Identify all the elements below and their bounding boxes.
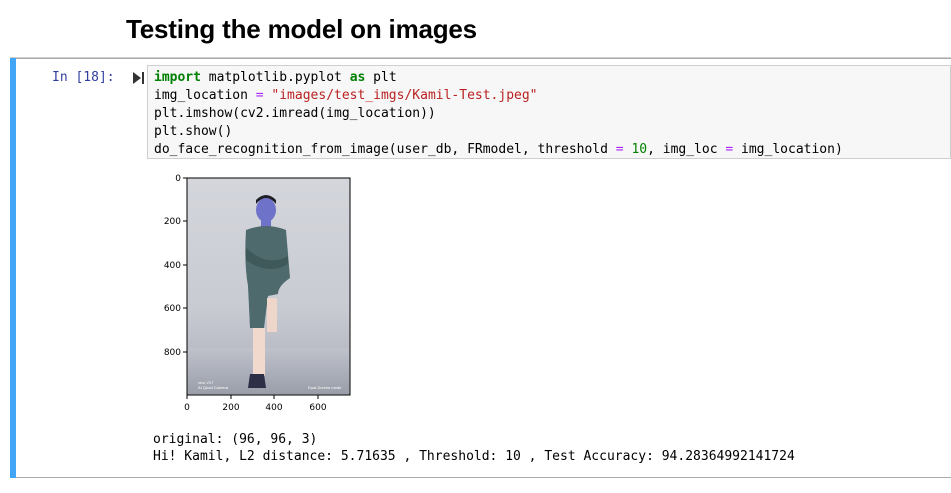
- photo-watermark-left-2: AI Quad Camera: [198, 385, 229, 390]
- y-tick-label: 800: [164, 348, 181, 358]
- image-plot: vivo V17 AI Quad Camera Dual-Screen mode…: [164, 174, 351, 413]
- y-tick-label: 400: [164, 261, 181, 271]
- alias: plt: [365, 70, 397, 85]
- y-tick-label: 0: [175, 174, 181, 184]
- output-line-shape: original: (96, 96, 3): [153, 432, 318, 447]
- keyword: as: [349, 70, 366, 85]
- code-editor[interactable]: import matplotlib.pyplot as plt img_loca…: [147, 65, 951, 159]
- x-axis: 0 200 400 600: [184, 395, 327, 413]
- x-tick-label: 200: [222, 403, 239, 413]
- code-line-5: do_face_recognition_from_image(user_db, …: [154, 142, 843, 157]
- section-heading: Testing the model on images: [126, 14, 477, 44]
- operator: =: [615, 142, 624, 157]
- number-literal: 10: [631, 142, 648, 157]
- operator: =: [255, 88, 264, 103]
- y-tick-label: 200: [164, 217, 181, 227]
- module-name: matplotlib.pyplot: [200, 70, 350, 85]
- y-tick-label: 600: [164, 304, 181, 314]
- x-tick-label: 600: [309, 403, 326, 413]
- string-literal: "images/test_imgs/Kamil-Test.jpeg": [271, 88, 538, 103]
- code-segment: do_face_recognition_from_image(user_db, …: [154, 142, 616, 157]
- code-line-4: plt.show(): [154, 124, 233, 139]
- input-prompt: In [18]:: [52, 70, 115, 85]
- x-tick-label: 400: [265, 403, 282, 413]
- code-line-3: plt.imshow(cv2.imread(img_location)): [154, 106, 436, 121]
- variable: img_location: [154, 88, 256, 103]
- y-axis: 0 200 400 600 800: [164, 174, 187, 358]
- x-tick-label: 0: [184, 403, 190, 413]
- code-segment: , img_loc: [647, 142, 726, 157]
- output-line-result: Hi! Kamil, L2 distance: 5.71635 , Thresh…: [153, 449, 795, 464]
- code-line-1: import matplotlib.pyplot as plt: [154, 70, 397, 85]
- code-segment: img_location): [733, 142, 843, 157]
- run-cell-icon[interactable]: [133, 71, 145, 85]
- keyword: import: [154, 70, 201, 85]
- photo-watermark-right: Dual-Screen mode: [308, 385, 342, 390]
- code-line-2: img_location = "images/test_imgs/Kamil-T…: [154, 88, 538, 103]
